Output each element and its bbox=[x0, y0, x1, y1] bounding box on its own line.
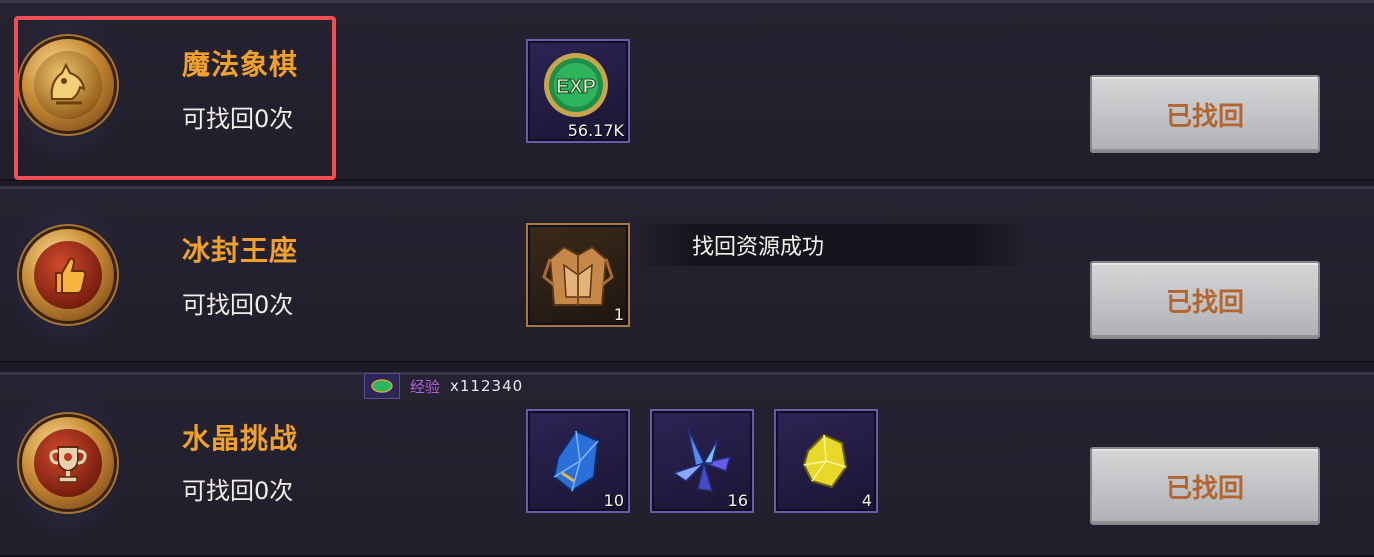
reward-count: 10 bbox=[603, 491, 624, 510]
selection-highlight bbox=[14, 16, 336, 180]
recovered-button[interactable]: 已找回 bbox=[1090, 75, 1320, 153]
reward-count: 16 bbox=[727, 491, 748, 510]
row-title: 冰封王座 bbox=[182, 234, 299, 267]
exp-label: 经验 bbox=[410, 377, 441, 396]
reward-item-yellow-crystal[interactable]: 4 bbox=[774, 409, 878, 513]
recovery-row-crystal-challenge: 水晶挑战 可找回0次 10 16 4 已找回 bbox=[0, 372, 1374, 557]
row-subtitle: 可找回0次 bbox=[182, 291, 294, 319]
reward-item-blue-crystal[interactable]: 10 bbox=[526, 409, 630, 513]
toast-text: 找回资源成功 bbox=[692, 235, 825, 260]
svg-text:EXP: EXP bbox=[556, 76, 596, 98]
recovered-button[interactable]: 已找回 bbox=[1090, 261, 1320, 339]
recovery-row-frozen-throne: 冰封王座 可找回0次 1 已找回 bbox=[0, 186, 1374, 363]
thumbs-up-icon bbox=[22, 229, 114, 321]
row-title: 水晶挑战 bbox=[182, 422, 299, 455]
reward-item-exp[interactable]: EXP 56.17K bbox=[526, 39, 630, 143]
reward-item-purple-crystal[interactable]: 16 bbox=[650, 409, 754, 513]
exp-mini-icon bbox=[364, 373, 400, 399]
reward-item-armor[interactable]: 1 bbox=[526, 223, 630, 327]
reward-count: 56.17K bbox=[567, 121, 624, 140]
reward-count: 4 bbox=[861, 491, 872, 510]
trophy-cup-icon bbox=[22, 417, 114, 509]
recovered-button[interactable]: 已找回 bbox=[1090, 447, 1320, 525]
exp-gain-notice: 经验 x112340 bbox=[364, 373, 523, 399]
row-subtitle: 可找回0次 bbox=[182, 477, 294, 505]
toast-message: 找回资源成功 bbox=[632, 224, 1032, 266]
reward-count: 1 bbox=[613, 305, 624, 324]
exp-value: x112340 bbox=[450, 377, 524, 395]
